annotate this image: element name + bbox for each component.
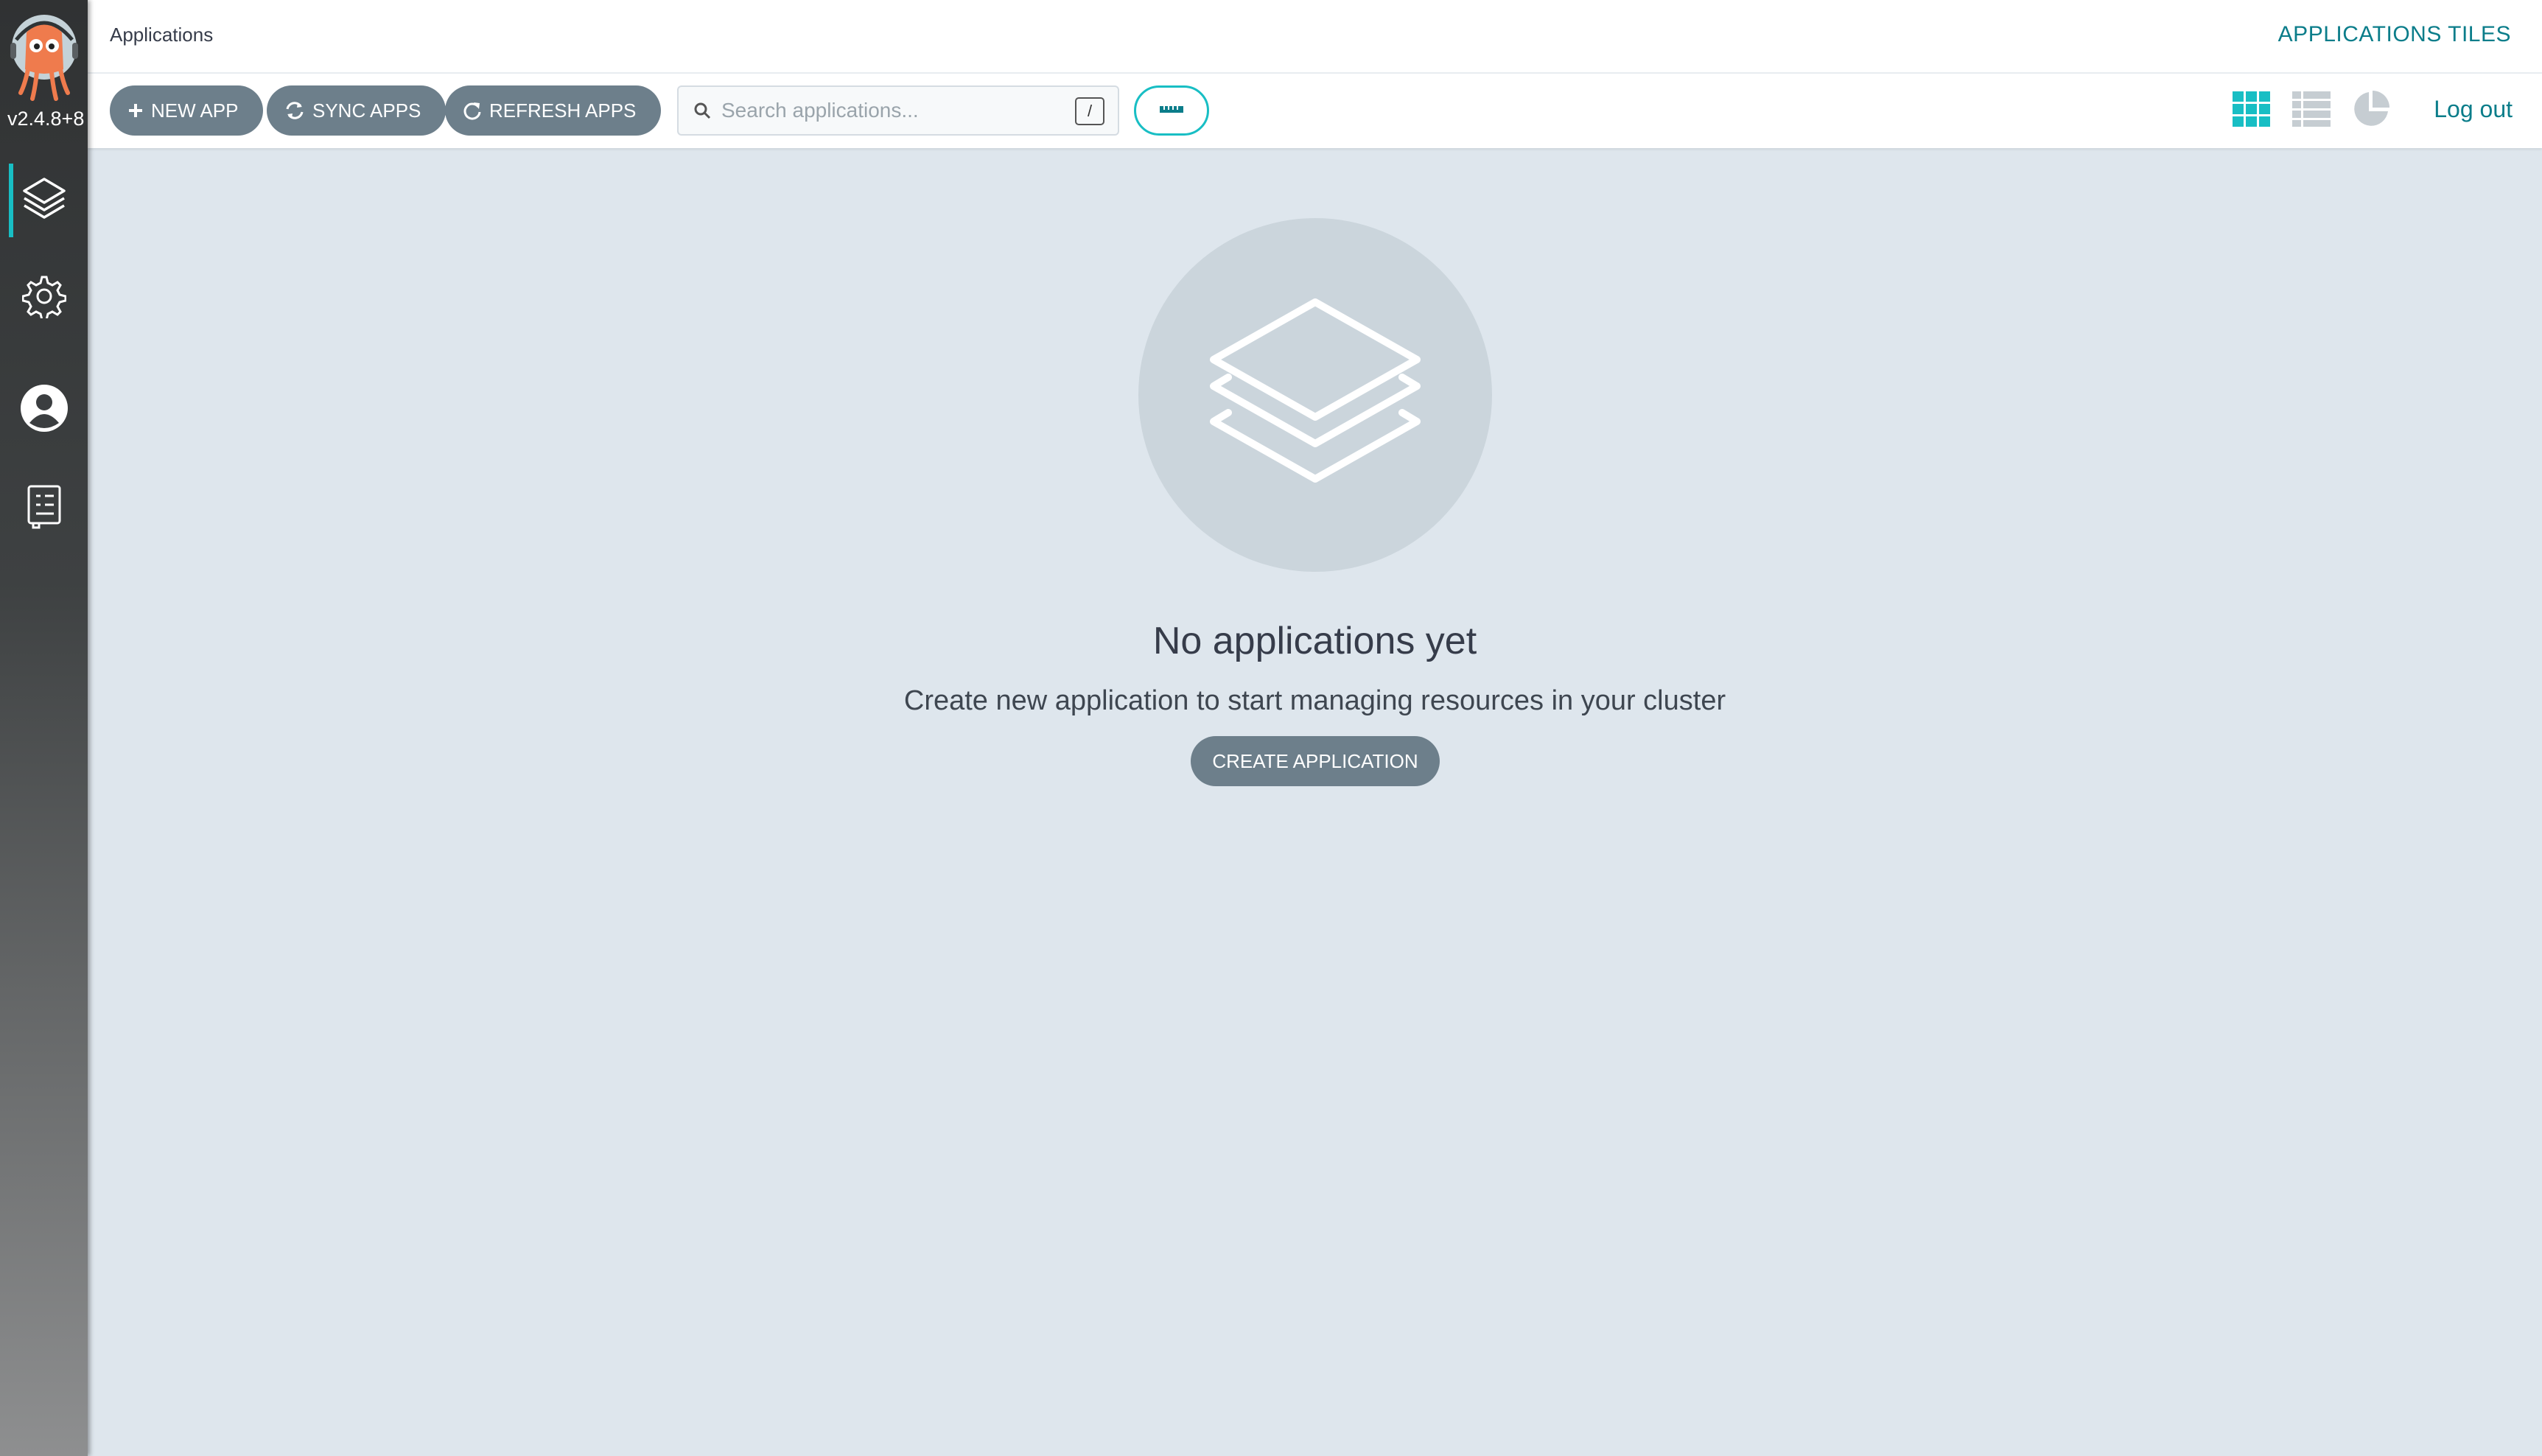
empty-state-subtitle: Create new application to start managing… (903, 685, 1726, 716)
tiles-view-button[interactable] (2231, 90, 2272, 131)
toolbar: NEW APP SYNC APPS REFRESH APPS Search ap… (88, 74, 2542, 148)
layers-icon (20, 175, 69, 227)
new-app-button[interactable]: NEW APP (110, 85, 264, 136)
sync-apps-label: SYNC APPS (312, 99, 421, 122)
search-box[interactable]: / (677, 85, 1119, 136)
create-application-button[interactable]: CREATE APPLICATION (1191, 736, 1440, 786)
sidebar-item-settings[interactable] (0, 261, 88, 335)
search-input[interactable] (720, 98, 1066, 123)
empty-state-illustration (1138, 218, 1492, 572)
refresh-apps-label: REFRESH APPS (489, 99, 637, 122)
sidebar-item-documentation[interactable] (0, 472, 88, 545)
version-label: v2.4.8+8 (7, 108, 85, 130)
list-icon (2292, 91, 2331, 130)
argo-logo[interactable] (9, 10, 80, 103)
top-header: Applications APPLICATIONS TILES (88, 0, 2542, 74)
user-icon (19, 383, 69, 437)
new-app-label: NEW APP (151, 99, 239, 122)
sidebar-item-user-info[interactable] (0, 373, 88, 447)
layers-icon (1205, 283, 1426, 508)
docs-icon (26, 484, 63, 533)
search-icon (693, 102, 711, 119)
empty-state-title: No applications yet (1152, 620, 1477, 662)
logout-link[interactable]: Log out (2434, 96, 2513, 123)
sidebar: v2.4.8+8 (0, 0, 88, 1456)
filters-toggle-button[interactable] (1134, 85, 1209, 136)
sync-icon (284, 100, 305, 121)
sidebar-item-applications[interactable] (0, 164, 88, 237)
search-shortcut-key: / (1075, 97, 1104, 125)
pie-chart-icon (2351, 89, 2391, 133)
gear-icon (21, 274, 66, 322)
ruler-icon (1159, 104, 1184, 118)
grid-icon (2233, 91, 2271, 130)
sync-apps-button[interactable]: SYNC APPS (267, 85, 447, 136)
refresh-icon (463, 101, 482, 120)
plus-icon (127, 102, 144, 119)
breadcrumb[interactable]: Applications (110, 24, 213, 46)
page-title: APPLICATIONS TILES (2277, 22, 2511, 46)
list-view-button[interactable] (2291, 90, 2332, 131)
summary-view-button[interactable] (2350, 90, 2392, 131)
refresh-apps-button[interactable]: REFRESH APPS (445, 85, 662, 136)
